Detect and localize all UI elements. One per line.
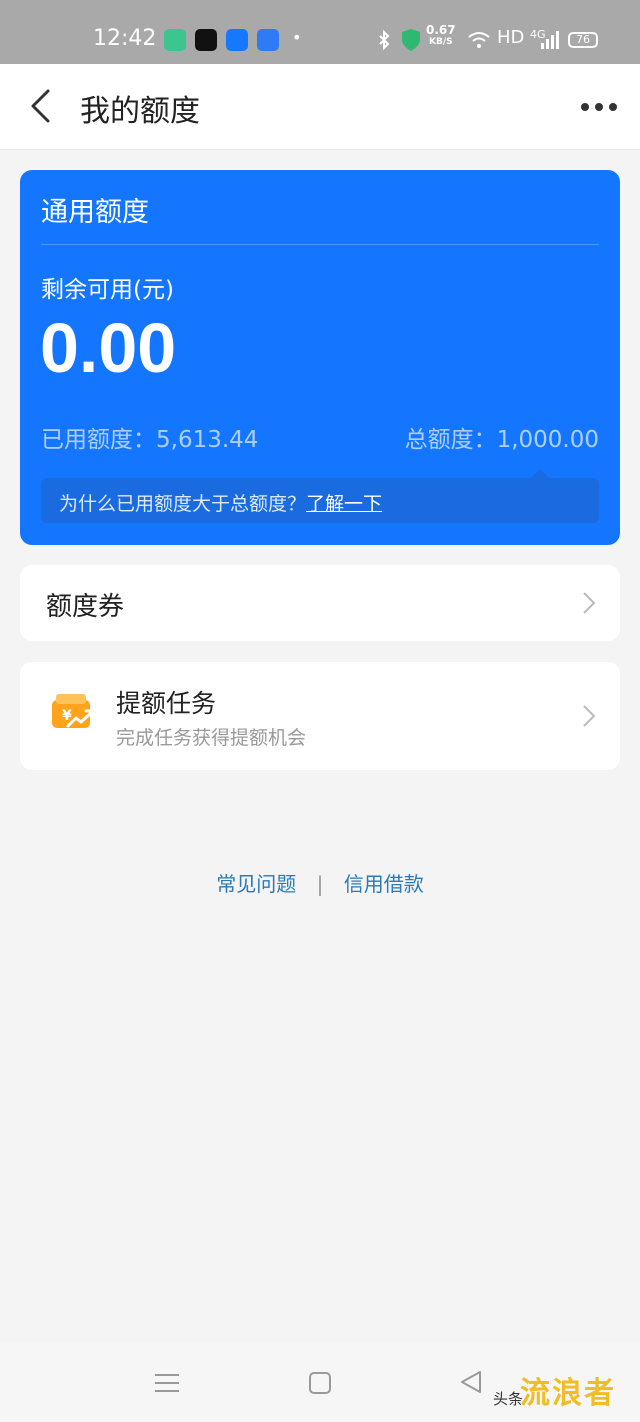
status-time: 12:42	[93, 26, 157, 51]
card-divider	[41, 244, 599, 245]
watermark-text: 头条	[493, 1390, 524, 1408]
used-quota: 已用额度：5,613.44	[41, 427, 259, 453]
general-quota-card: 通用额度 剩余可用(元) 0.00 已用额度：5,613.44 总额度：1,00…	[20, 170, 620, 545]
alipay-icon	[226, 29, 248, 51]
back-triangle-icon[interactable]	[460, 1370, 482, 1394]
signal-icon	[541, 31, 559, 49]
chevron-left-icon[interactable]	[28, 88, 52, 124]
network-type: HD	[497, 27, 525, 48]
footer-separator: |	[316, 872, 324, 896]
total-quota: 总额度：1,000.00	[404, 427, 599, 453]
task-subtitle: 完成任务获得提额机会	[116, 727, 307, 749]
chevron-right-icon	[583, 592, 596, 614]
more-notifications-dot: •	[292, 28, 302, 47]
tip-caret	[531, 469, 549, 478]
credit-loan-link[interactable]: 信用借款	[344, 868, 424, 897]
tiktok-icon	[195, 29, 217, 51]
remaining-available-value: 0.00	[40, 309, 177, 387]
app-bar: 我的额度	[0, 64, 640, 150]
task-title: 提额任务	[116, 689, 217, 718]
page-title: 我的额度	[80, 94, 200, 129]
footer-links: 常见问题 | 信用借款	[0, 868, 640, 897]
faq-link[interactable]: 常见问题	[216, 868, 296, 897]
quota-coupon-label: 额度券	[46, 592, 125, 622]
menu-icon[interactable]	[155, 1372, 179, 1394]
security-shield-icon	[402, 29, 420, 51]
card-title: 通用额度	[41, 197, 149, 228]
chevron-right-icon	[583, 705, 596, 727]
limit-increase-task-row[interactable]: ¥ 提额任务 完成任务获得提额机会	[20, 662, 620, 770]
learn-more-link[interactable]: 了解一下	[306, 493, 382, 515]
wifi-icon	[468, 32, 490, 48]
battery-indicator: 76	[568, 32, 598, 48]
remaining-available-label: 剩余可用(元)	[41, 277, 174, 303]
speed-unit: KB/S	[429, 37, 453, 47]
home-square-icon[interactable]	[309, 1372, 331, 1394]
status-bar: 12:42 • 0.67 KB/S HD 4G 76	[0, 0, 640, 64]
quota-tip: 为什么已用额度大于总额度？了解一下	[41, 469, 599, 523]
quota-coupon-row[interactable]: 额度券	[20, 565, 620, 641]
tip-question: 为什么已用额度大于总额度？	[59, 493, 307, 515]
more-dots-icon[interactable]	[580, 102, 618, 112]
wallet-up-icon: ¥	[52, 694, 95, 728]
bluetooth-icon	[379, 30, 390, 50]
app-notification-icon	[164, 29, 186, 51]
speed-value: 0.67	[426, 23, 456, 37]
watermark-logo: 流浪者	[520, 1376, 616, 1411]
chat-app-icon	[257, 29, 279, 51]
tip-text: 为什么已用额度大于总额度？了解一下	[59, 489, 382, 516]
network-speed: 0.67 KB/S	[426, 24, 456, 48]
